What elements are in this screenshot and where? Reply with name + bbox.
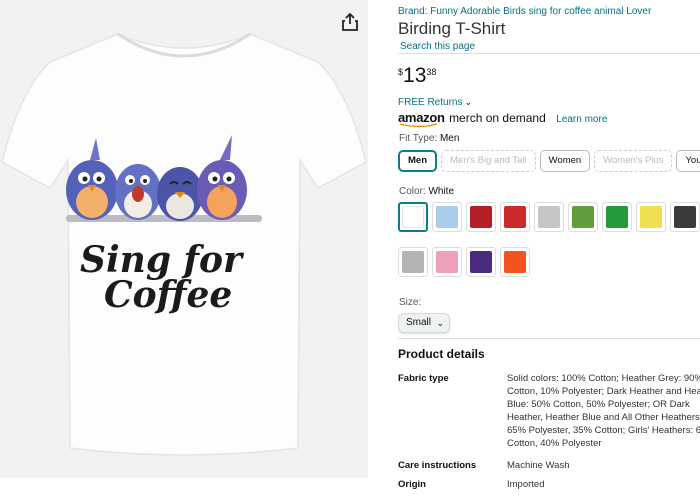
- color-swatch-fill: [504, 251, 526, 273]
- origin-key: Origin: [398, 479, 426, 490]
- share-icon[interactable]: [338, 10, 362, 34]
- size-dropdown-value: Small: [406, 317, 432, 328]
- color-swatch-fill: [470, 206, 492, 228]
- fabric-line: 65% Polyester, 35% Cotton; Girls' Heathe…: [507, 425, 700, 436]
- color-swatch-fill: [674, 206, 696, 228]
- fabric-line: Cotton, 40% Polyester: [507, 438, 602, 449]
- fit-type-label: Fit Type: Men: [399, 133, 459, 144]
- price-whole: 13: [403, 64, 427, 87]
- color-swatch-fill: [402, 251, 424, 273]
- fit-type-caption: Fit Type:: [399, 133, 440, 144]
- color-swatch[interactable]: [398, 202, 428, 232]
- color-swatch-fill: [504, 206, 526, 228]
- color-caption: Color:: [399, 186, 429, 197]
- color-swatch-fill: [606, 206, 628, 228]
- price-fraction: 38: [426, 67, 437, 77]
- fit-option-womens-plus[interactable]: Women's Plus: [594, 150, 673, 172]
- color-swatch[interactable]: [500, 247, 530, 277]
- color-swatch[interactable]: [466, 202, 496, 232]
- fabric-line: Solid colors: 100% Cotton; Heather Grey:…: [507, 373, 700, 384]
- product-info-panel: Brand: Funny Adorable Birds sing for cof…: [398, 0, 700, 500]
- merch-on-demand: amazon merch on demand Learn more: [398, 109, 607, 128]
- fabric-line: Blue: 50% Cotton, 50% Polyester; OR Dark: [507, 399, 690, 410]
- color-swatch-fill: [640, 206, 662, 228]
- fit-option-women[interactable]: Women: [539, 150, 591, 172]
- color-swatch[interactable]: [398, 247, 428, 277]
- free-returns-link[interactable]: FREE Returns ⌄: [398, 97, 472, 108]
- merch-on-demand-label: merch on demand: [449, 111, 546, 125]
- color-swatch-fill: [436, 206, 458, 228]
- fit-option-youth[interactable]: Youth: [676, 150, 700, 172]
- fit-option-men[interactable]: Men: [398, 150, 437, 172]
- color-swatch[interactable]: [466, 247, 496, 277]
- fabric-line: Heather, Heather Blue and All Other Heat…: [507, 412, 700, 423]
- chevron-down-icon: ⌄: [436, 318, 444, 328]
- origin-value: Imported: [507, 479, 545, 490]
- color-swatch-fill: [538, 206, 560, 228]
- color-swatch-fill: [470, 251, 492, 273]
- price-symbol: $: [398, 67, 404, 77]
- care-instructions-key: Care instructions: [398, 460, 477, 471]
- fabric-type-value: Solid colors: 100% Cotton; Heather Grey:…: [507, 372, 700, 450]
- size-label: Size:: [399, 297, 422, 308]
- color-swatch-fill: [572, 206, 594, 228]
- product-image[interactable]: Sing for Coffee: [0, 20, 368, 460]
- product-title: Birding T-Shirt: [398, 19, 506, 38]
- price: $1338: [398, 64, 436, 90]
- color-value: White: [428, 186, 455, 197]
- fabric-line: Cotton, 10% Polyester; Dark Heather and …: [507, 386, 700, 397]
- free-returns-label: FREE Returns: [398, 97, 463, 108]
- color-swatch[interactable]: [534, 202, 564, 232]
- chevron-down-icon: ⌄: [464, 97, 473, 107]
- amazon-smile-icon: [399, 123, 438, 128]
- color-swatch-fill: [402, 206, 424, 228]
- color-swatch[interactable]: [432, 202, 462, 232]
- divider: [398, 53, 700, 54]
- color-swatch[interactable]: [568, 202, 598, 232]
- bird-2: [115, 164, 161, 220]
- bird-3: [157, 167, 203, 221]
- color-swatch[interactable]: [432, 247, 462, 277]
- brand-link[interactable]: Brand: Funny Adorable Birds sing for cof…: [398, 6, 651, 17]
- fit-type-value: Men: [439, 133, 460, 144]
- fabric-type-key: Fabric type: [398, 373, 449, 384]
- color-swatch-fill: [436, 251, 458, 273]
- fit-option-mens-big-and-tall[interactable]: Men's Big and Tall: [441, 150, 536, 172]
- shirt-slogan-line-2: Coffee: [104, 274, 232, 316]
- color-label: Color: White: [399, 186, 454, 197]
- color-swatch[interactable]: [670, 202, 700, 232]
- product-details-heading: Product details: [398, 347, 485, 361]
- color-swatch[interactable]: [602, 202, 632, 232]
- learn-more-link[interactable]: Learn more: [556, 114, 607, 125]
- color-swatch[interactable]: [636, 202, 666, 232]
- color-swatch[interactable]: [500, 202, 530, 232]
- care-instructions-value: Machine Wash: [507, 460, 570, 471]
- product-image-panel: Sing for Coffee: [0, 0, 368, 478]
- fit-type-options: Men Men's Big and Tall Women Women's Plus Yo…: [398, 150, 700, 172]
- search-this-page-link[interactable]: Search this page: [400, 41, 475, 52]
- divider: [398, 338, 700, 339]
- size-dropdown[interactable]: Small ⌄: [398, 313, 450, 333]
